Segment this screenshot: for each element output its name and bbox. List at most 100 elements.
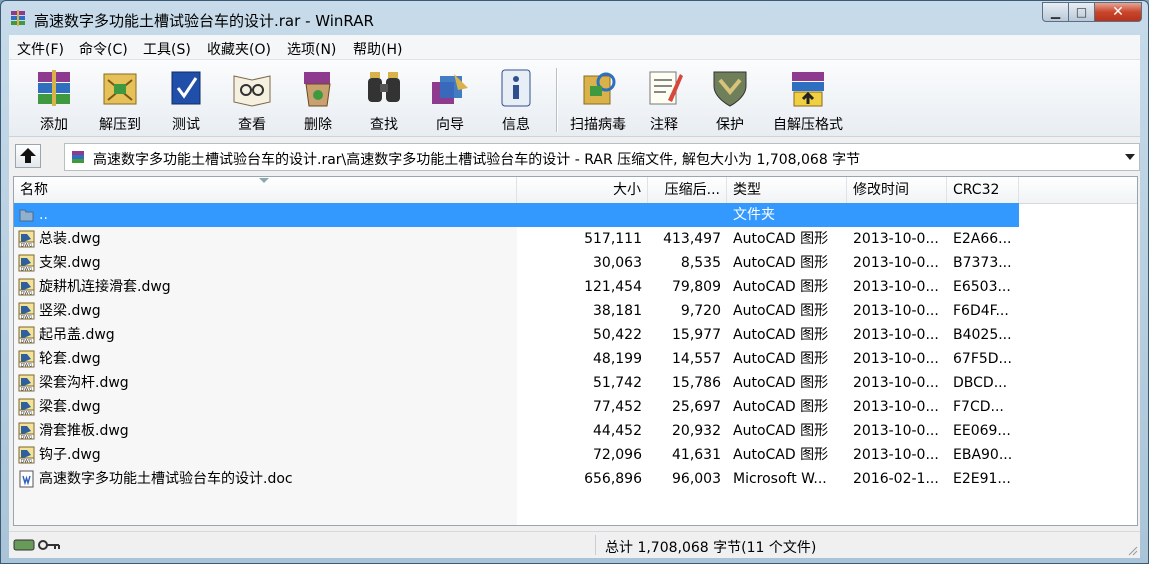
minimize-button[interactable]: ▁: [1042, 2, 1069, 22]
menu-tools[interactable]: 工具(S): [143, 39, 191, 59]
file-modified: 2013-10-0...: [853, 399, 939, 415]
list-item[interactable]: DWG 梁套.dwg 77,452 25,697 AutoCAD 图形 2013-10-0…: [14, 395, 1019, 419]
file-modified: 2013-10-0...: [853, 279, 939, 295]
up-folder-button[interactable]: [15, 144, 41, 168]
client-area: 文件(F) 命令(C) 工具(S) 收藏夹(O) 选项(N) 帮助(H) 添加 …: [9, 35, 1140, 558]
list-item[interactable]: DWG 支架.dwg 30,063 8,535 AutoCAD 图形 2013-10-0.…: [14, 251, 1019, 275]
file-packed: 20,932: [672, 423, 721, 439]
file-type: Microsoft W...: [733, 471, 827, 487]
file-size: 77,452: [593, 399, 642, 415]
add-archive-icon: [38, 70, 70, 106]
file-size: 38,181: [593, 303, 642, 319]
file-packed: 9,720: [680, 303, 721, 319]
list-item[interactable]: DWG 旋耕机连接滑套.dwg 121,454 79,809 AutoCAD 图形 201…: [14, 275, 1019, 299]
file-packed: 79,809: [672, 279, 721, 295]
file-modified: 2013-10-0...: [853, 423, 939, 439]
status-bar: 总计 1,708,068 字节(11 个文件): [9, 531, 1140, 558]
list-item[interactable]: DWG 滑套推板.dwg 44,452 20,932 AutoCAD 图形 2013-10…: [14, 419, 1019, 443]
resize-grip-icon[interactable]: [1128, 546, 1138, 556]
file-size: 50,422: [593, 327, 642, 343]
dwg-file-icon: DWG: [18, 398, 35, 416]
col-type[interactable]: 类型: [727, 177, 847, 203]
file-crc: E2E91...: [953, 471, 1011, 487]
winrar-window: 高速数字多功能土槽试验台车的设计.rar - WinRAR ▁ □ ✕ 文件(F…: [0, 0, 1149, 564]
file-name: 总装.dwg: [39, 231, 101, 247]
file-name: 竖梁.dwg: [39, 303, 101, 319]
file-packed: [648, 203, 721, 227]
svg-text:DWG: DWG: [21, 290, 33, 296]
file-packed: 8,535: [680, 255, 721, 271]
col-size[interactable]: 大小: [517, 177, 648, 203]
file-type: AutoCAD 图形: [733, 255, 829, 271]
window-title: 高速数字多功能土槽试验台车的设计.rar - WinRAR: [34, 12, 374, 30]
menu-help[interactable]: 帮助(H): [353, 39, 402, 59]
file-packed: 25,697: [672, 399, 721, 415]
menu-options[interactable]: 选项(N): [287, 39, 336, 59]
file-size: 121,454: [584, 279, 642, 295]
file-crc: EBA90...: [953, 447, 1013, 463]
view-icon: [233, 75, 271, 107]
sfx-button[interactable]: 自解压格式: [773, 64, 843, 133]
file-name: 旋耕机连接滑套.dwg: [39, 279, 171, 295]
file-packed: 15,977: [672, 327, 721, 343]
list-item[interactable]: DWG 竖梁.dwg 38,181 9,720 AutoCAD 图形 2013-10-0.…: [14, 299, 1019, 323]
chevron-down-icon[interactable]: [1125, 154, 1135, 160]
file-name: 梁套.dwg: [39, 399, 101, 415]
file-type: 文件夹: [733, 207, 775, 223]
file-type: AutoCAD 图形: [733, 279, 829, 295]
list-item[interactable]: .. 文件夹: [14, 203, 1019, 227]
list-item[interactable]: DWG 梁套沟杆.dwg 51,742 15,786 AutoCAD 图形 2013-10…: [14, 371, 1019, 395]
list-item[interactable]: 高速数字多功能土槽试验台车的设计.doc 656,896 96,003 Microso…: [14, 467, 1019, 491]
list-item[interactable]: DWG 起吊盖.dwg 50,422 15,977 AutoCAD 图形 2013-10-…: [14, 323, 1019, 347]
file-packed: 96,003: [672, 471, 721, 487]
menu-file[interactable]: 文件(F): [17, 39, 64, 59]
file-type: AutoCAD 图形: [733, 399, 829, 415]
menu-favorites[interactable]: 收藏夹(O): [207, 39, 271, 59]
col-packed[interactable]: 压缩后...: [648, 177, 727, 203]
protect-button[interactable]: 保护: [697, 64, 763, 133]
svg-text:DWG: DWG: [21, 434, 33, 440]
file-size: 48,199: [593, 351, 642, 367]
file-name: 起吊盖.dwg: [39, 327, 115, 343]
file-crc: B7373...: [953, 255, 1012, 271]
address-field[interactable]: 高速数字多功能土槽试验台车的设计.rar\高速数字多功能土槽试验台车的设计 - …: [64, 143, 1140, 171]
svg-text:DWG: DWG: [21, 386, 33, 392]
list-item[interactable]: DWG 钩子.dwg 72,096 41,631 AutoCAD 图形 2013-10-0…: [14, 443, 1019, 467]
file-modified: 2013-10-0...: [853, 447, 939, 463]
dwg-file-icon: DWG: [18, 350, 35, 368]
maximize-button[interactable]: □: [1069, 2, 1095, 22]
status-total: 总计 1,708,068 字节(11 个文件): [605, 540, 817, 556]
file-crc: E2A66...: [953, 231, 1012, 247]
word-file-icon: [18, 470, 35, 488]
list-item[interactable]: DWG 总装.dwg 517,111 413,497 AutoCAD 图形 2013-10…: [14, 227, 1019, 251]
file-size: 517,111: [584, 231, 642, 247]
file-size: [517, 203, 642, 227]
file-modified: 2013-10-0...: [853, 375, 939, 391]
file-type: AutoCAD 图形: [733, 423, 829, 439]
file-crc: E6503...: [953, 279, 1011, 295]
file-size: 30,063: [593, 255, 642, 271]
up-arrow-icon: [20, 148, 36, 163]
file-name: 滑套推板.dwg: [39, 423, 129, 439]
info-button[interactable]: 信息: [483, 64, 549, 133]
winrar-app-icon: [11, 10, 25, 26]
file-type: AutoCAD 图形: [733, 375, 829, 391]
virus-scan-icon: [583, 72, 616, 105]
file-modified: 2016-02-1...: [853, 471, 939, 487]
column-header: 名称 大小 压缩后... 类型 修改时间 CRC32: [14, 177, 1137, 204]
file-modified: 2013-10-0...: [853, 327, 939, 343]
file-packed: 41,631: [672, 447, 721, 463]
col-crc[interactable]: CRC32: [947, 177, 1019, 203]
list-item[interactable]: DWG 轮套.dwg 48,199 14,557 AutoCAD 图形 2013-10-0…: [14, 347, 1019, 371]
sfx-label: 自解压格式: [773, 117, 843, 133]
test-icon: [171, 71, 201, 105]
status-separator: [595, 535, 596, 555]
title-bar[interactable]: 高速数字多功能土槽试验台车的设计.rar - WinRAR ▁ □ ✕: [1, 1, 1148, 35]
menu-commands[interactable]: 命令(C): [79, 39, 128, 59]
file-crc: F7CD...: [953, 399, 1004, 415]
close-button[interactable]: ✕: [1095, 2, 1142, 22]
info-icon: [501, 69, 531, 107]
col-modified[interactable]: 修改时间: [847, 177, 947, 203]
file-modified: 2013-10-0...: [853, 255, 939, 271]
drive-key-icon[interactable]: [13, 537, 61, 553]
